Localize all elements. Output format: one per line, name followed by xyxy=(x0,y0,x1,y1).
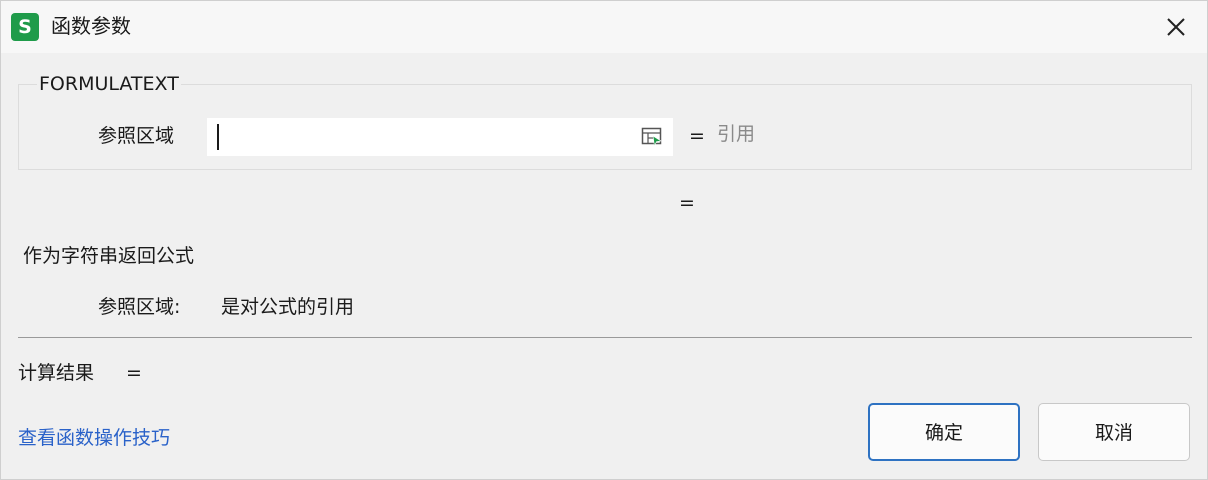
param-label: 参照区域 xyxy=(98,125,175,147)
function-name: FORMULATEXT xyxy=(37,71,181,97)
calc-result-equals: = xyxy=(126,362,142,384)
dialog-title: 函数参数 xyxy=(51,14,131,38)
app-icon: S xyxy=(11,13,39,41)
calc-result-label: 计算结果 xyxy=(18,362,95,384)
param-description-text: 是对公式的引用 xyxy=(221,296,355,318)
divider xyxy=(18,337,1192,338)
param-result-value: 引用 xyxy=(717,123,756,145)
function-arguments-dialog: S 函数参数 FORMULATEXT 参照区域 = 引用 = 作为字符串返回公式… xyxy=(0,0,1208,480)
title-bar: S 函数参数 xyxy=(1,1,1207,53)
function-tips-link[interactable]: 查看函数操作技巧 xyxy=(18,424,170,452)
ok-button[interactable]: 确定 xyxy=(868,403,1020,461)
reference-input[interactable] xyxy=(207,118,673,156)
param-description-label: 参照区域: xyxy=(98,296,181,318)
collapse-dialog-icon[interactable] xyxy=(641,127,663,147)
function-description: 作为字符串返回公式 xyxy=(23,245,195,267)
cancel-button[interactable]: 取消 xyxy=(1038,403,1190,461)
close-icon[interactable] xyxy=(1159,10,1193,44)
param-equals: = xyxy=(689,125,705,147)
function-result-equals: = xyxy=(679,192,695,214)
text-caret xyxy=(217,124,219,150)
